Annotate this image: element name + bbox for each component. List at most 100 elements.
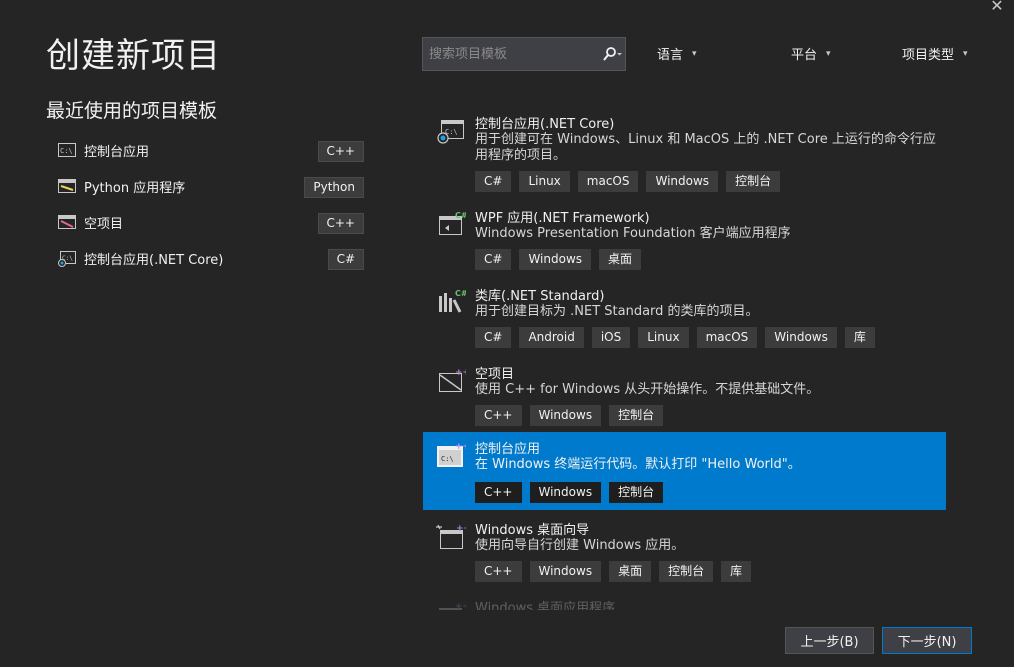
back-button[interactable]: 上一步(B) (785, 627, 874, 654)
svg-text:C:\: C:\ (60, 147, 73, 155)
template-item-windows-desktop-app[interactable]: ++ Windows 桌面应用程序 (423, 594, 946, 610)
template-tags: C++ Windows 控制台 (475, 405, 664, 426)
template-description: 使用 C++ for Windows 从头开始操作。不提供基础文件。 (475, 382, 820, 397)
tag: iOS (591, 327, 631, 348)
tag: macOS (696, 327, 758, 348)
platform-filter-dropdown[interactable]: 平台 ▾ (791, 44, 831, 63)
template-tags: C++ Windows 桌面 控制台 库 (475, 561, 752, 582)
template-description: 用于创建可在 Windows、Linux 和 MacOS 上的 .NET Cor… (475, 132, 936, 163)
project-type-filter-label: 项目类型 (902, 48, 955, 63)
tag: Android (519, 327, 584, 348)
language-badge: C++ (317, 213, 364, 234)
template-description: Windows Presentation Foundation 客户端应用程序 (475, 226, 791, 241)
tag: C++ (475, 482, 522, 503)
template-item-console-netcore[interactable]: C:\ 控制台应用(.NET Core) 用于创建可在 Windows、Linu… (423, 110, 946, 192)
template-item-empty-project[interactable]: ++ 空项目 使用 C++ for Windows 从头开始操作。不提供基础文件… (423, 360, 946, 438)
template-name: Windows 桌面向导 (475, 523, 590, 538)
svg-text:++: ++ (455, 602, 466, 610)
template-item-console-cpp[interactable]: C:\++ 控制台应用 在 Windows 终端运行代码。默认打印 "Hello… (423, 432, 946, 510)
windows-desktop-wizard-icon: ++ (436, 522, 471, 550)
tag: macOS (577, 171, 639, 192)
recent-item-label: 控制台应用 (84, 144, 150, 160)
tag: C# (475, 249, 512, 270)
template-name: 类库(.NET Standard) (475, 289, 605, 304)
template-name: 控制台应用(.NET Core) (475, 117, 615, 132)
svg-text:C:\: C:\ (441, 455, 454, 463)
template-tags: C# Linux macOS Windows 控制台 (475, 171, 781, 192)
svg-text:++: ++ (455, 368, 466, 378)
template-name: 空项目 (475, 367, 515, 382)
tag: Linux (638, 327, 689, 348)
tag: 桌面 (609, 561, 652, 582)
recent-item-empty-project[interactable]: 空项目 C++ (46, 206, 368, 238)
template-tags: C# Windows 桌面 (475, 249, 642, 270)
recent-item-console-app[interactable]: C:\ 控制台应用 C++ (46, 134, 368, 166)
tag: Windows (765, 327, 837, 348)
template-description: 用于创建目标为 .NET Standard 的类库的项目。 (475, 304, 759, 319)
svg-text:C#: C# (455, 289, 466, 298)
template-tags: C# Android iOS Linux macOS Windows 库 (475, 327, 875, 348)
chevron-down-icon: ▾ (826, 48, 831, 59)
recent-templates-heading: 最近使用的项目模板 (46, 100, 218, 122)
class-library-icon: C# (436, 288, 468, 316)
language-filter-label: 语言 (657, 48, 684, 63)
search-icon[interactable] (599, 38, 625, 70)
project-type-filter-dropdown[interactable]: 项目类型 ▾ (902, 44, 968, 63)
tag: C# (475, 327, 512, 348)
template-description: 在 Windows 终端运行代码。默认打印 "Hello World"。 (475, 457, 801, 472)
recent-item-console-netcore[interactable]: C:\ 控制台应用(.NET Core) C# (46, 242, 368, 274)
svg-text:++: ++ (455, 442, 466, 452)
recent-item-label: 空项目 (84, 216, 124, 232)
tag: 控制台 (609, 405, 664, 426)
windows-desktop-app-icon: ++ (436, 600, 470, 610)
next-button[interactable]: 下一步(N) (882, 627, 972, 654)
chevron-down-icon: ▾ (692, 48, 697, 59)
template-item-windows-desktop-wizard[interactable]: ++ Windows 桌面向导 使用向导自行创建 Windows 应用。 C++… (423, 516, 946, 594)
python-app-icon (58, 179, 76, 193)
template-list: C:\ 控制台应用(.NET Core) 用于创建可在 Windows、Linu… (423, 110, 946, 610)
page-title: 创建新项目 (46, 36, 221, 76)
tag: Linux (519, 171, 570, 192)
tag: C++ (475, 405, 522, 426)
recent-item-label: Python 应用程序 (84, 180, 186, 196)
tag: 控制台 (609, 482, 664, 503)
template-name: Windows 桌面应用程序 (475, 601, 616, 610)
tag: 库 (721, 561, 752, 582)
template-name: 控制台应用 (475, 442, 541, 457)
recent-item-label: 控制台应用(.NET Core) (84, 252, 224, 268)
console-netcore-icon: C:\ (58, 251, 76, 267)
close-icon[interactable]: ✕ (984, 0, 1010, 14)
chevron-down-icon: ▾ (963, 48, 968, 59)
language-filter-dropdown[interactable]: 语言 ▾ (657, 44, 697, 63)
platform-filter-label: 平台 (791, 48, 818, 63)
empty-project-icon (58, 215, 76, 229)
tag: C# (475, 171, 512, 192)
search-input[interactable] (427, 45, 599, 63)
tag: 桌面 (599, 249, 642, 270)
template-name: WPF 应用(.NET Framework) (475, 211, 650, 226)
console-netcore-icon: C:\ (436, 116, 466, 144)
tag: C++ (475, 561, 522, 582)
tag: Windows (519, 249, 592, 270)
language-badge: Python (304, 177, 364, 198)
template-description: 使用向导自行创建 Windows 应用。 (475, 538, 685, 553)
empty-project-icon: ++ (436, 366, 470, 394)
tag: Windows (529, 405, 602, 426)
recent-item-python-app[interactable]: Python 应用程序 Python (46, 170, 368, 202)
tag: Windows (529, 482, 602, 503)
template-item-class-library[interactable]: C# 类库(.NET Standard) 用于创建目标为 .NET Standa… (423, 282, 946, 360)
template-item-wpf-app[interactable]: C# WPF 应用(.NET Framework) Windows Presen… (423, 204, 946, 282)
tag: 库 (844, 327, 875, 348)
console-icon: C:\ (58, 143, 76, 157)
svg-text:++: ++ (456, 524, 466, 534)
language-badge: C# (327, 249, 364, 270)
console-cpp-icon: C:\++ (436, 441, 470, 469)
tag: 控制台 (726, 171, 781, 192)
language-badge: C++ (317, 141, 364, 162)
tag: Windows (529, 561, 602, 582)
search-box (422, 37, 626, 71)
tag: 控制台 (659, 561, 714, 582)
tag: Windows (646, 171, 719, 192)
svg-text:C#: C# (455, 211, 466, 220)
wpf-app-icon: C# (436, 210, 468, 238)
